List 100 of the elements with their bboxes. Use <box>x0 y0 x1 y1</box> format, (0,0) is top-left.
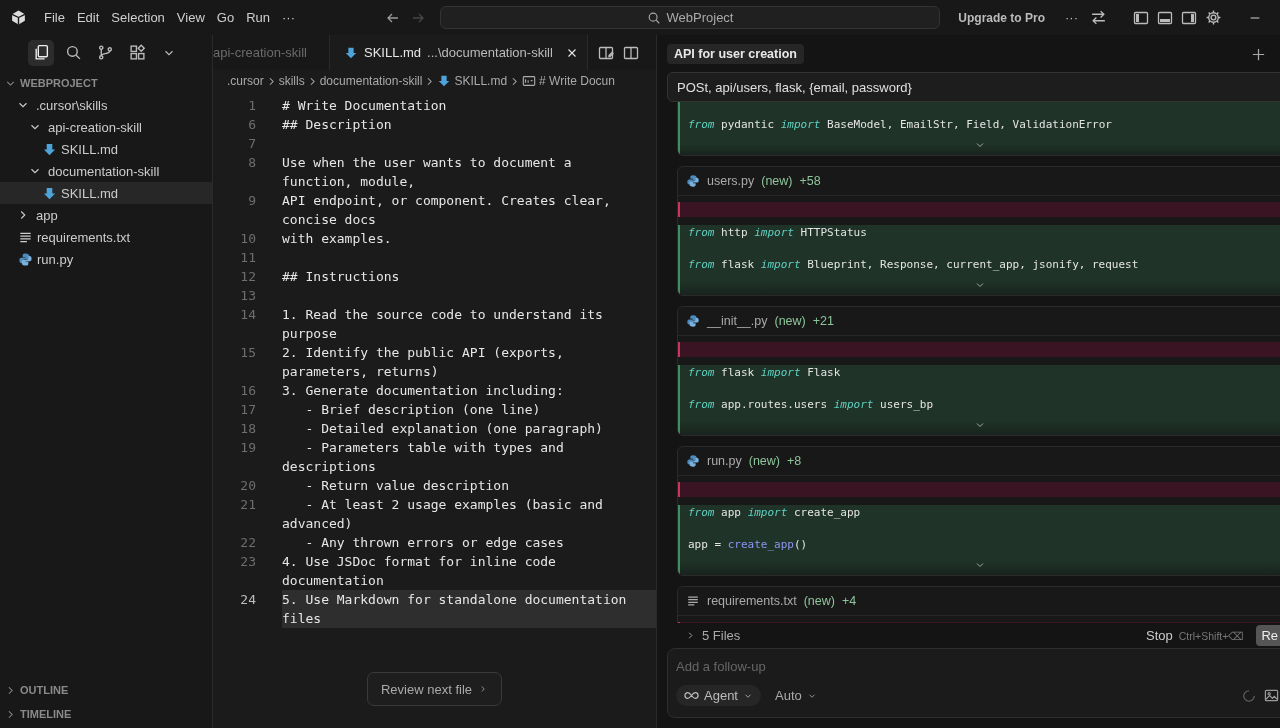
follow-up-field[interactable]: Add a follow-up Agent Auto <box>667 648 1280 718</box>
line-number: 12 <box>239 268 256 286</box>
added-count: +58 <box>799 174 821 188</box>
search-icon <box>646 10 661 25</box>
split-edit-icon[interactable] <box>597 44 614 61</box>
agent-mode-dropdown[interactable]: Agent <box>676 685 761 706</box>
menu-item[interactable]: Go <box>210 7 241 28</box>
code-line: # Write Documentation <box>282 97 448 115</box>
code-line: 1. Read the source code to understand its purpose <box>282 306 604 343</box>
line-number: 7 <box>247 135 256 153</box>
panel-header[interactable]: OUTLINE <box>0 679 212 701</box>
explorer-icon <box>32 44 50 61</box>
breadcrumb-item[interactable]: skills <box>278 74 305 88</box>
settings-icon[interactable] <box>1205 9 1222 26</box>
file-name[interactable]: users.py <box>707 174 755 188</box>
symbol-icon <box>522 74 537 88</box>
line-number: 24 <box>239 591 256 609</box>
code-line: - Brief description (one line) <box>304 401 542 419</box>
app-logo-icon <box>10 9 27 26</box>
line-number: 21 <box>239 496 256 514</box>
model-dropdown[interactable]: Auto <box>769 687 823 704</box>
file-name[interactable]: run.py <box>707 454 742 468</box>
code-line: from flask import Flask <box>688 365 842 381</box>
bottom-panel-toggle-icon[interactable] <box>1157 9 1173 26</box>
panel-header[interactable]: TIMELINE <box>0 703 212 725</box>
line-number: 9 <box>247 192 256 210</box>
breadcrumb-item[interactable]: .cursor <box>227 74 264 88</box>
chat-tab[interactable]: API for user creation <box>667 44 804 64</box>
files-summary[interactable]: 5 Files <box>702 628 741 643</box>
stop-button[interactable]: Stop <box>1146 628 1173 643</box>
tree-item[interactable]: app <box>0 204 212 226</box>
code-line: - Detailed explanation (one paragraph) <box>304 420 604 438</box>
line-number: 23 <box>239 553 256 571</box>
image-icon[interactable] <box>1264 688 1279 703</box>
review-next-file-button[interactable]: Review next file <box>366 672 502 706</box>
left-sidebar-toggle-icon[interactable] <box>1133 9 1149 26</box>
right-sidebar-toggle-icon[interactable] <box>1181 9 1197 26</box>
menu-item[interactable]: Selection <box>105 7 171 28</box>
python-file-icon <box>686 174 700 188</box>
review-button[interactable]: Re <box>1256 625 1280 646</box>
line-number: 11 <box>239 249 256 267</box>
source-control-icon <box>96 44 114 61</box>
file-status: (new) <box>748 454 780 468</box>
line-number: 17 <box>239 401 256 419</box>
code-line: with examples. <box>282 230 393 248</box>
tree-item[interactable]: SKILL.md <box>0 182 212 204</box>
tree-item[interactable]: documentation-skill <box>0 160 212 182</box>
code-line: ## Instructions <box>282 268 401 286</box>
code-line: 4. Use JSDoc format for inline code documentation <box>282 553 557 590</box>
added-count: +8 <box>787 454 802 468</box>
menu-item[interactable]: View <box>170 7 211 28</box>
breadcrumb-item[interactable]: SKILL.md <box>437 74 508 88</box>
menu-item[interactable]: File <box>38 7 71 28</box>
upgrade-link[interactable]: Upgrade to Pro <box>958 10 1045 25</box>
explorer-tab[interactable] <box>28 39 54 66</box>
tree-item[interactable]: run.py <box>0 248 212 270</box>
file-status: (new) <box>803 594 835 608</box>
code-line: app = create_app() <box>688 537 809 553</box>
tree-item[interactable]: api-creation-skill <box>0 116 212 138</box>
line-number: 15 <box>239 344 256 362</box>
added-count: +21 <box>812 314 834 328</box>
code-line: - Parameters table with types and descriptions <box>282 439 565 476</box>
line-number: 10 <box>239 230 256 248</box>
line-number: 22 <box>239 534 256 552</box>
file-name[interactable]: requirements.txt <box>707 594 797 608</box>
more-menu[interactable]: ··· <box>1065 10 1078 25</box>
line-number: 1 <box>247 97 256 115</box>
breadcrumb-item[interactable]: # Write Docun <box>522 74 615 88</box>
line-number: 16 <box>239 382 256 400</box>
menu-item[interactable]: Run <box>240 7 276 28</box>
markdown-file-icon <box>42 141 57 157</box>
code-line: Use when the user wants to document a function, module, <box>282 154 573 191</box>
swap-icon[interactable] <box>1090 9 1107 26</box>
python-file-icon <box>686 314 700 328</box>
code-line: from flask import Blueprint, Response, current_app, jsonify, request <box>688 257 1140 273</box>
tree-item[interactable]: requirements.txt <box>0 226 212 248</box>
code-line: 3. Generate documentation including: <box>282 382 565 400</box>
menu-item[interactable]: ··· <box>276 7 301 28</box>
breadcrumb-item[interactable]: documentation-skill <box>319 74 423 88</box>
split-editor-icon[interactable] <box>622 44 639 61</box>
tree-item[interactable]: SKILL.md <box>0 138 212 160</box>
line-number: 14 <box>239 306 256 324</box>
code-line: from app import create_app <box>688 505 862 521</box>
code-line: - Any thrown errors or edge cases <box>304 534 565 552</box>
code-line: - Return value description <box>304 477 510 495</box>
plus-icon[interactable] <box>1251 46 1266 62</box>
added-count: +4 <box>841 594 857 608</box>
search-field[interactable]: WebProject <box>440 6 940 29</box>
tree-item[interactable]: .cursor\skills <box>0 94 212 116</box>
line-number: 19 <box>239 439 256 457</box>
python-file-icon <box>686 454 700 468</box>
file-status: (new) <box>761 174 793 188</box>
python-file-icon <box>18 251 33 267</box>
code-line: ## Description <box>282 116 393 134</box>
line-number: 6 <box>247 116 256 134</box>
extensions-icon <box>128 44 146 61</box>
menu-item[interactable]: Edit <box>70 7 106 28</box>
file-name[interactable]: __init__.py <box>707 314 768 328</box>
markdown-file-icon <box>42 185 57 201</box>
line-number: 18 <box>239 420 256 438</box>
